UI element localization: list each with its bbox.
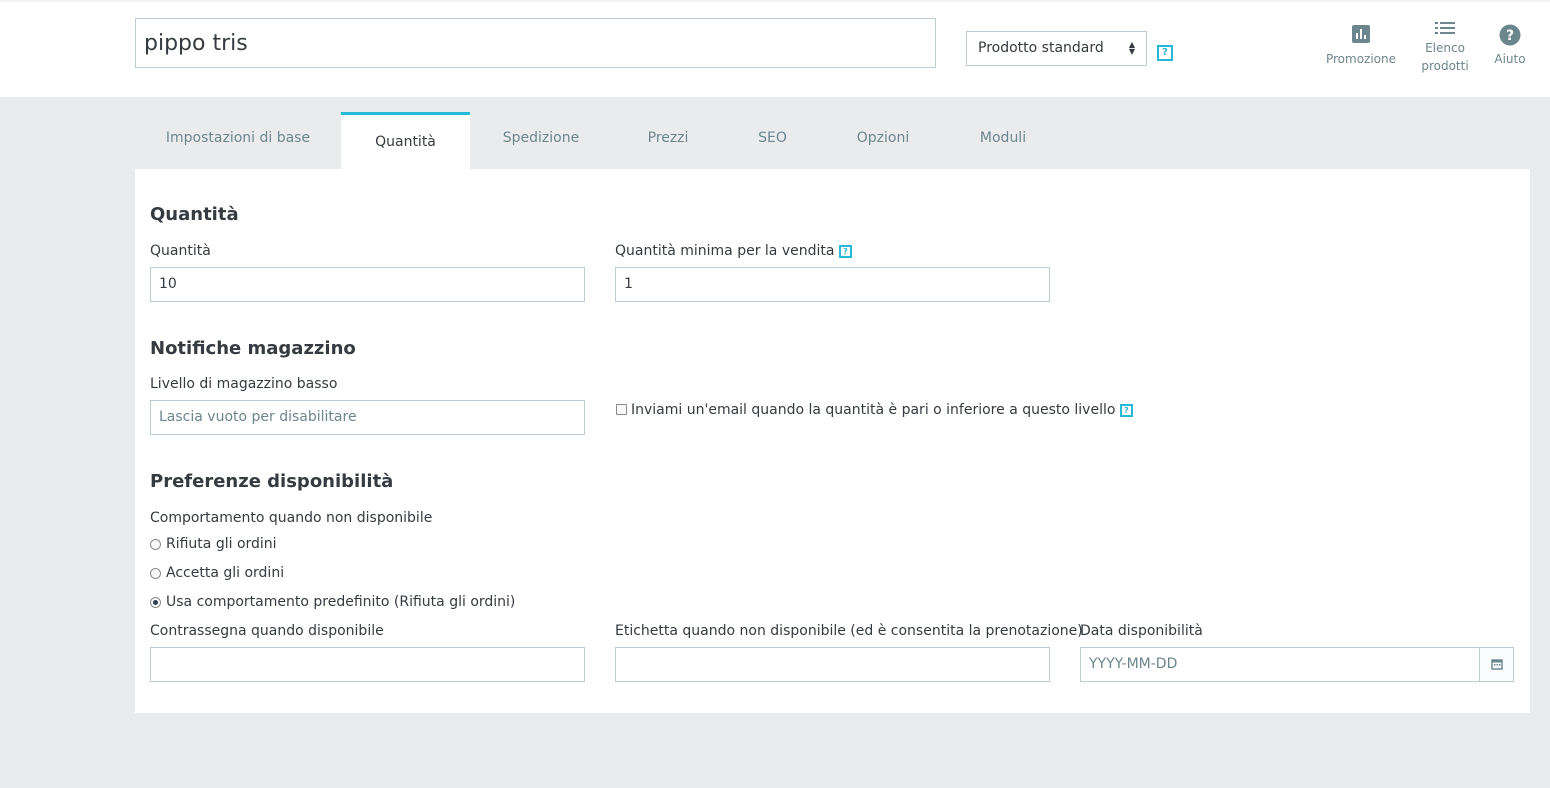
product-list-label: Elenco bbox=[1425, 41, 1465, 55]
radio-allow-orders[interactable] bbox=[150, 568, 161, 579]
tab-seo[interactable]: SEO bbox=[724, 112, 821, 169]
help-button[interactable]: ? Aiuto bbox=[1490, 24, 1530, 68]
tab-modules[interactable]: Moduli bbox=[945, 112, 1061, 169]
tab-shipping[interactable]: Spedizione bbox=[470, 112, 612, 169]
help-circle-icon: ? bbox=[1499, 24, 1521, 46]
min-quantity-input[interactable]: 1 bbox=[615, 267, 1050, 302]
list-icon bbox=[1435, 22, 1455, 34]
in-stock-label: Contrassegna quando disponibile bbox=[150, 623, 384, 639]
quantity-label: Quantità bbox=[150, 243, 211, 259]
radio-deny-orders-label[interactable]: Rifiuta gli ordini bbox=[166, 536, 277, 552]
out-of-stock-input[interactable] bbox=[615, 647, 1050, 682]
availability-date-label: Data disponibilità bbox=[1080, 623, 1203, 639]
out-of-stock-behavior-label: Comportamento quando non disponibile bbox=[150, 510, 433, 526]
min-quantity-label: Quantità minima per la vendita ? bbox=[615, 243, 852, 259]
radio-default-behavior-label[interactable]: Usa comportamento predefinito (Rifiuta g… bbox=[166, 594, 515, 610]
quantity-panel: Quantità Quantità 10 Quantità minima per… bbox=[135, 169, 1530, 713]
low-stock-label: Livello di magazzino basso bbox=[150, 376, 338, 392]
promotion-button[interactable]: Promozione bbox=[1323, 24, 1399, 68]
tab-prices[interactable]: Prezzi bbox=[612, 112, 724, 169]
product-list-button[interactable]: Elenco prodotti bbox=[1412, 20, 1478, 75]
availability-date-input[interactable]: YYYY-MM-DD bbox=[1080, 647, 1480, 682]
stock-section-title: Notifiche magazzino bbox=[150, 338, 356, 359]
in-stock-input[interactable] bbox=[150, 647, 585, 682]
product-type-select[interactable]: Prodotto standard ▲ ▼ bbox=[966, 31, 1147, 66]
product-type-help-icon[interactable]: ? bbox=[1157, 45, 1173, 61]
page-header: Prodotto standard ▲▼ ? Promozione Elenco… bbox=[0, 0, 1550, 97]
email-alert-label-text: Inviami un'email quando la quantità è pa… bbox=[631, 402, 1116, 418]
tab-quantity[interactable]: Quantità bbox=[341, 112, 470, 169]
email-alert-label: Inviami un'email quando la quantità è pa… bbox=[631, 402, 1133, 418]
email-alert-help-icon[interactable]: ? bbox=[1119, 403, 1133, 417]
min-quantity-help-icon[interactable]: ? bbox=[838, 244, 852, 258]
product-list-label-line2: prodotti bbox=[1421, 59, 1469, 73]
bar-chart-icon bbox=[1352, 25, 1370, 43]
promotion-label: Promozione bbox=[1325, 52, 1397, 66]
product-name-input[interactable] bbox=[135, 18, 936, 68]
low-stock-input[interactable]: Lascia vuoto per disabilitare bbox=[150, 400, 585, 435]
out-of-stock-label: Etichetta quando non disponibile (ed è c… bbox=[615, 623, 1083, 639]
email-alert-checkbox[interactable] bbox=[616, 404, 627, 415]
select-arrows-icon: ▲ ▼ bbox=[1128, 40, 1135, 56]
radio-default-behavior[interactable] bbox=[150, 597, 161, 608]
quantity-input[interactable]: 10 bbox=[150, 267, 585, 302]
tab-basic-settings[interactable]: Impostazioni di base bbox=[135, 112, 341, 169]
product-type-value: Prodotto standard bbox=[978, 40, 1104, 56]
radio-allow-orders-label[interactable]: Accetta gli ordini bbox=[166, 565, 284, 581]
help-label: Aiuto bbox=[1494, 52, 1526, 66]
quantity-section-title: Quantità bbox=[150, 204, 239, 225]
availability-section-title: Preferenze disponibilità bbox=[150, 471, 394, 492]
tab-options[interactable]: Opzioni bbox=[821, 112, 945, 169]
svg-text:?: ? bbox=[1506, 28, 1514, 44]
calendar-icon bbox=[1491, 659, 1503, 670]
radio-deny-orders[interactable] bbox=[150, 539, 161, 550]
min-quantity-label-text: Quantità minima per la vendita bbox=[615, 243, 835, 259]
date-picker-button[interactable] bbox=[1479, 647, 1514, 682]
